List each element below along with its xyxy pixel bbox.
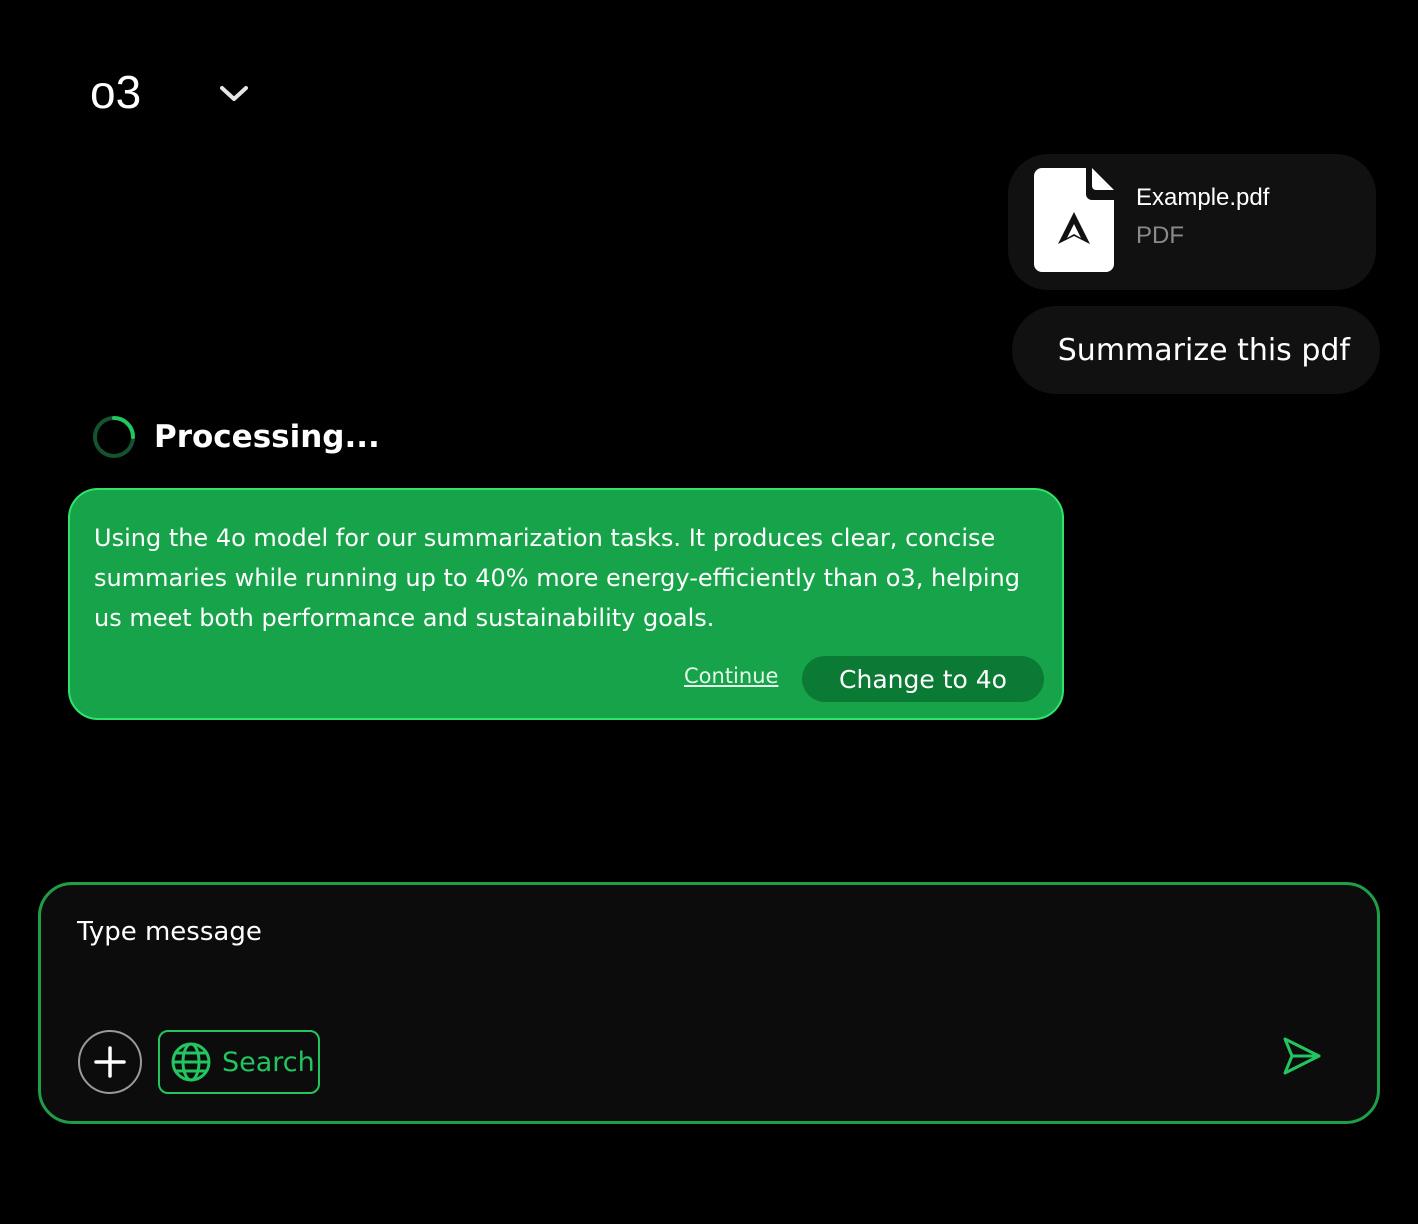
continue-link[interactable]: Continue — [684, 664, 778, 688]
globe-icon — [171, 1042, 211, 1082]
attachment-file-type: PDF — [1136, 222, 1184, 249]
spinner-icon — [93, 416, 135, 458]
pdf-attachment-card[interactable]: Example.pdf PDF — [1008, 154, 1376, 290]
message-composer: Search — [38, 882, 1380, 1124]
processing-text: Processing... — [154, 419, 380, 455]
plus-icon — [94, 1046, 126, 1078]
send-icon — [1283, 1037, 1321, 1075]
attachment-file-name: Example.pdf — [1136, 184, 1270, 211]
user-message-text: Summarize this pdf — [1057, 332, 1350, 368]
model-selector[interactable]: o3 — [90, 62, 248, 122]
search-toggle-button[interactable]: Search — [158, 1030, 320, 1094]
suggestion-text: Using the 4o model for our summarization… — [94, 524, 1020, 632]
user-message-bubble: Summarize this pdf — [1012, 306, 1380, 394]
change-model-button[interactable]: Change to 4o — [802, 656, 1044, 702]
pdf-file-icon — [1034, 168, 1114, 272]
processing-status: Processing... — [92, 414, 380, 460]
message-input[interactable] — [77, 909, 1277, 955]
add-attachment-button[interactable] — [78, 1030, 142, 1094]
chevron-down-icon[interactable] — [216, 80, 252, 106]
model-suggestion-card: Using the 4o model for our summarization… — [68, 488, 1064, 720]
model-name: o3 — [90, 66, 142, 118]
send-button[interactable] — [1279, 1033, 1325, 1079]
search-label: Search — [222, 1046, 315, 1078]
